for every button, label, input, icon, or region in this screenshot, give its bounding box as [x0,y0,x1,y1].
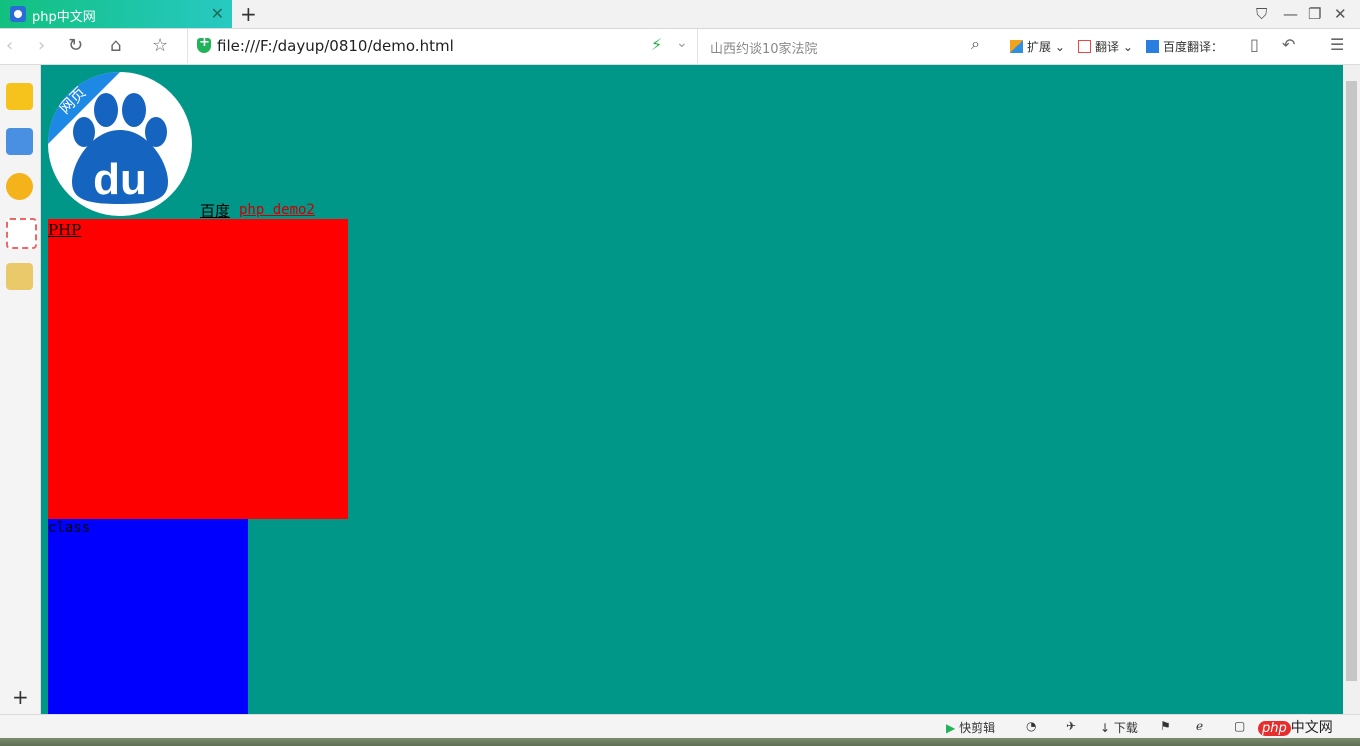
mobile-icon[interactable]: ▯ [1250,35,1259,54]
star-icon[interactable]: ☆ [152,35,168,56]
scrollbar-thumb[interactable] [1346,81,1357,681]
home-icon[interactable]: ⌂ [110,35,121,56]
notes-icon[interactable] [6,263,33,290]
blue-box: class [48,519,248,714]
translate-icon [1078,40,1091,53]
vertical-scrollbar[interactable] [1343,65,1360,714]
search-icon[interactable]: ⌕ [971,34,980,54]
window-icon[interactable]: ▢ [1234,719,1245,733]
weibo-icon[interactable] [6,173,33,200]
lightning-icon[interactable]: ⚡ [651,35,662,54]
svg-text:du: du [93,155,147,204]
page-content: du 网页 百度 php demo2 PHP class [41,65,1343,714]
new-tab-icon[interactable]: + [240,2,257,26]
flag-icon[interactable]: ⚑ [1160,719,1171,733]
minimize-icon[interactable]: — [1283,5,1298,23]
tab-bar: php中文网 ✕ + ⛉ — ❐ ✕ [0,0,1360,29]
status-bar: ▶ 快剪辑 ◔ ✈ ↓ 下载 ⚑ ℯ ▢ php 中文网 [0,714,1360,739]
address-bar[interactable]: file:///F:/dayup/0810/demo.html ⚡ ⌄ [187,29,698,63]
left-sidebar: + [0,65,41,714]
ie-icon[interactable]: ℯ [1196,719,1203,733]
quick-clip-button[interactable]: ▶ 快剪辑 [946,719,995,736]
search-input[interactable]: 山西约谈10家法院 [710,38,818,57]
play-icon: ▶ [946,721,956,735]
extensions-button[interactable]: 扩展 ⌄ [1010,38,1065,55]
active-tab[interactable]: php中文网 ✕ [0,0,232,28]
quick-clip-label: 快剪辑 [959,721,996,735]
news-icon[interactable] [6,128,33,155]
baidu-translate-button[interactable]: 百度翻译： [1146,38,1223,55]
favorites-star-icon[interactable] [6,83,33,110]
tab-title: php中文网 [32,10,96,25]
class-label: class [48,520,91,536]
rocket-icon[interactable]: ✈ [1066,719,1076,733]
download-label: 下载 [1113,721,1138,735]
add-icon[interactable]: + [12,685,29,709]
shirt-skin-icon[interactable]: ⛉ [1256,5,1267,23]
back-icon[interactable]: ‹ [6,35,13,56]
forward-icon[interactable]: › [38,35,45,56]
secure-shield-icon [197,35,211,53]
url-text[interactable]: file:///F:/dayup/0810/demo.html [217,37,454,55]
close-icon[interactable]: ✕ [211,4,224,23]
translate-label: 翻译 [1095,40,1120,54]
address-toolbar: ‹ › ↻ ⌂ ☆ file:///F:/dayup/0810/demo.htm… [0,29,1360,65]
baidu-translate-icon [1146,40,1159,53]
php-cn-logo: php 中文网 [1258,717,1333,737]
mail-icon[interactable] [6,218,37,249]
reload-icon[interactable]: ↻ [68,35,83,56]
baidu-link[interactable]: 百度 [200,200,230,221]
translate-button[interactable]: 翻译 ⌄ [1078,38,1133,55]
chevron-down-icon[interactable]: ⌄ [676,35,688,51]
baidu-paw-icon: du 网页 [48,72,168,204]
menu-icon[interactable]: ☰ [1330,35,1344,54]
baidu-logo-image[interactable]: du 网页 [48,72,192,216]
baidu-translate-label: 百度翻译： [1163,40,1224,54]
extensions-label: 扩展 [1027,40,1052,54]
search-box[interactable]: 山西约谈10家法院 ⌕ [697,29,988,63]
undo-icon[interactable]: ↶ [1282,35,1295,54]
download-button[interactable]: ↓ 下载 [1100,719,1138,736]
apps-icon [1010,40,1023,53]
red-box: PHP [48,219,348,519]
speed-icon[interactable]: ◔ [1026,719,1036,733]
php-demo2-link[interactable]: php demo2 [239,202,315,218]
php-link[interactable]: PHP [48,221,81,239]
php-logo-rest: 中文网 [1290,720,1333,736]
baidu-favicon-icon [10,6,26,22]
php-logo-text: php [1258,721,1291,736]
restore-icon[interactable]: ❐ [1308,5,1321,23]
windows-taskbar [0,738,1360,746]
close-window-icon[interactable]: ✕ [1334,5,1347,23]
